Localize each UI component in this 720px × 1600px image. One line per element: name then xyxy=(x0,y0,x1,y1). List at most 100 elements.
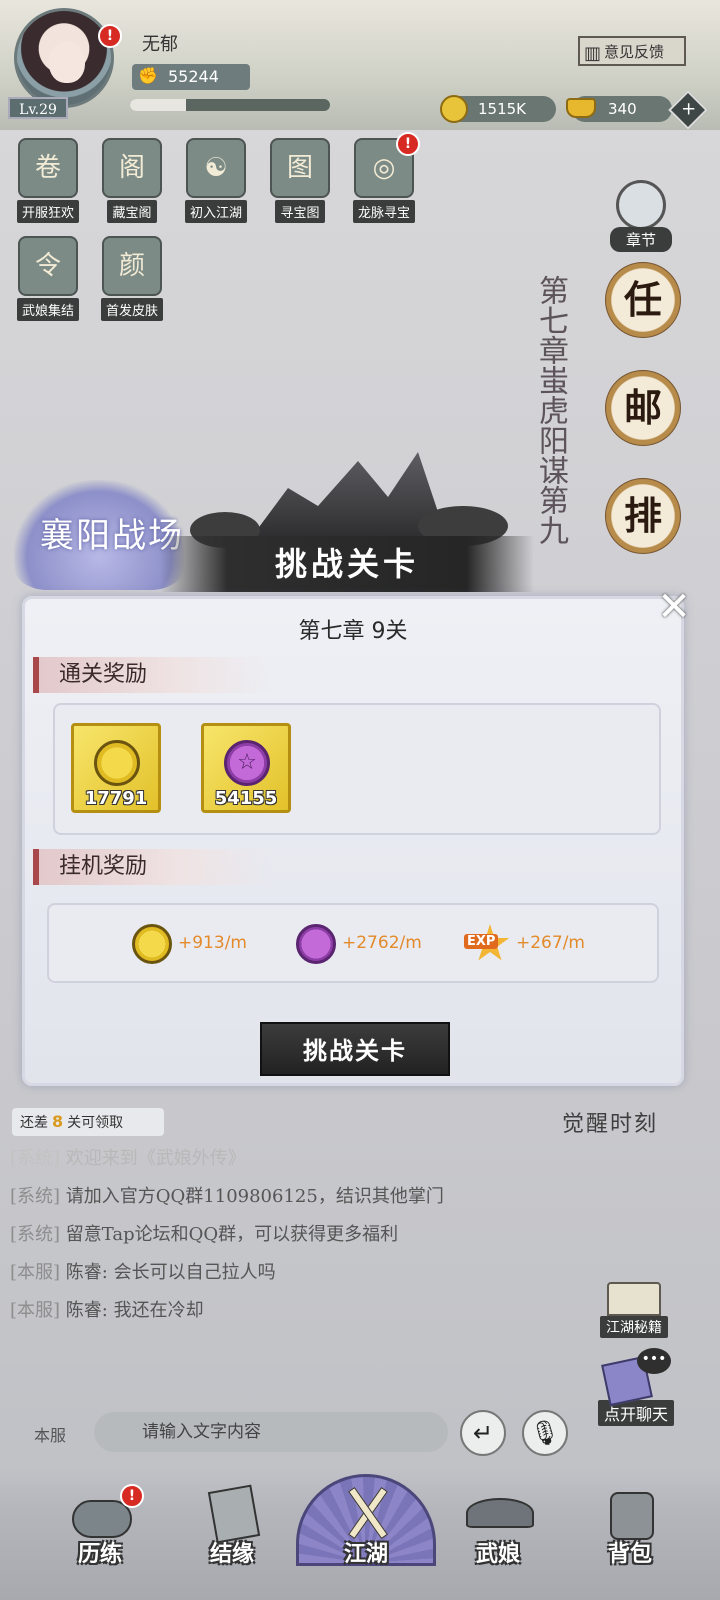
combat-power-value: 55244 xyxy=(168,67,219,86)
reward-progress[interactable]: 还差 8 关可领取 xyxy=(12,1108,164,1136)
chat-text: 请加入官方QQ群1109806125，结识其他掌门 xyxy=(65,1186,444,1207)
close-icon: ✕ xyxy=(657,584,691,630)
chat-message: [本服] 陈睿: 会长可以自己拉人吗 xyxy=(10,1258,276,1284)
taiji-icon: ☯ xyxy=(186,138,246,198)
nav-label: 结缘 xyxy=(209,1541,254,1567)
token-icon: 令 xyxy=(18,236,78,296)
secrets-label: 江湖秘籍 xyxy=(600,1316,668,1338)
nav-label: 江湖 xyxy=(343,1541,388,1567)
landscape-icon xyxy=(616,180,666,230)
send-button[interactable]: ↵ xyxy=(460,1410,506,1456)
plus-icon: + xyxy=(681,98,697,120)
power-icon: ✊ xyxy=(138,66,158,85)
challenge-stage-button[interactable]: 挑战关卡 xyxy=(260,1022,450,1076)
alert-badge: ! xyxy=(120,1484,144,1508)
chat-text: 欢迎来到《武娘外传》 xyxy=(65,1148,246,1169)
coin-icon xyxy=(132,924,172,964)
feature-glyph: ◎ xyxy=(372,153,396,183)
crossed-swords-icon xyxy=(334,1484,398,1540)
enter-arrow-icon: ↵ xyxy=(472,1419,494,1447)
pentagram-orb-icon: ☆ xyxy=(224,740,270,786)
bond-card-icon xyxy=(200,1484,264,1544)
reward-tile-orb[interactable]: ☆ 54155 xyxy=(201,723,291,813)
chat-channel-label[interactable]: 本服 xyxy=(34,1422,66,1446)
chapter-character-2[interactable]: 邮 xyxy=(605,370,681,446)
feature-button[interactable]: 卷开服狂欢 xyxy=(10,138,86,223)
avatar-alert-badge: ! xyxy=(98,24,122,48)
nav-label: 历练 xyxy=(77,1541,122,1567)
nav-cloud-training[interactable]: 历练! xyxy=(50,1484,150,1568)
gold-ingot-icon xyxy=(566,98,596,118)
player-avatar[interactable] xyxy=(14,8,114,108)
feature-label: 武娘集结 xyxy=(16,298,79,321)
player-level: Lv.29 xyxy=(8,97,68,119)
chapter-character-1[interactable]: 任 xyxy=(605,262,681,338)
chat-message: [系统] 欢迎来到《武娘外传》 xyxy=(10,1144,246,1170)
close-button[interactable]: ✕ xyxy=(653,587,695,629)
chat-bubble-icon: ••• xyxy=(637,1348,671,1374)
coin-counter: 1515K xyxy=(440,95,556,123)
reward-tile-coin[interactable]: 17791 xyxy=(71,723,161,813)
clear-reward-panel: 17791 ☆ 54155 xyxy=(53,703,661,835)
feedback-label: 意见反馈 xyxy=(604,43,665,61)
book-stand-icon xyxy=(607,1282,661,1316)
feature-glyph: 卷 xyxy=(34,153,61,183)
idle-rate: +2762/m xyxy=(342,933,422,953)
feature-glyph: ☯ xyxy=(204,153,228,183)
alert-badge: ! xyxy=(396,132,420,156)
feature-button[interactable]: ◎ 龙脉寻宝! xyxy=(346,132,422,223)
chapter-button[interactable]: 章节 xyxy=(592,180,690,252)
chapter-vertical-title: 第七章蚩虎阳谋第九 xyxy=(533,275,568,545)
feature-label: 开服狂欢 xyxy=(16,200,79,223)
chat-text: 陈睿: 会长可以自己拉人吗 xyxy=(65,1262,276,1283)
feature-button[interactable]: 阁藏宝阁 xyxy=(94,138,170,223)
progress-prefix: 还差 xyxy=(20,1115,48,1131)
voice-button[interactable]: 🎙 xyxy=(522,1410,568,1456)
pavilion-icon: 阁 xyxy=(102,138,162,198)
feature-button[interactable]: ☯ 初入江湖 xyxy=(178,138,254,223)
feature-button[interactable]: 令武娘集结 xyxy=(10,236,86,321)
bag-icon xyxy=(598,1484,662,1540)
progress-count: 8 xyxy=(52,1112,64,1131)
gold-amount: 340 xyxy=(608,100,637,118)
challenge-banner: 挑战关卡 xyxy=(160,536,534,592)
feature-label: 藏宝阁 xyxy=(107,200,157,223)
scroll-icon: 卷 xyxy=(18,138,78,198)
nav-label: 背包 xyxy=(607,1541,652,1567)
pentagram-glyph: ☆ xyxy=(237,750,257,775)
coin-amount: 1515K xyxy=(478,100,527,118)
nav-label: 武娘 xyxy=(475,1541,520,1567)
open-chat-button[interactable]: ••• 点开聊天 xyxy=(588,1348,684,1426)
dialog-title: 第七章 9关 xyxy=(298,619,408,644)
nav-bag[interactable]: 背包 xyxy=(580,1484,680,1568)
feature-button[interactable]: 图寻宝图 xyxy=(262,138,338,223)
chat-input[interactable]: 请输入文字内容 xyxy=(94,1412,448,1452)
combat-power: ✊ 55244 xyxy=(132,64,250,90)
awaken-moment-text[interactable]: 觉醒时刻 xyxy=(562,1106,658,1138)
feature-label: 龙脉寻宝 xyxy=(352,200,415,223)
feature-label: 初入江湖 xyxy=(184,200,247,223)
progress-suffix: 关可领取 xyxy=(67,1115,124,1131)
feature-glyph: 令 xyxy=(34,251,61,281)
gold-counter: 340 xyxy=(566,96,672,122)
nav-crossed-swords[interactable]: 江湖 xyxy=(316,1484,416,1568)
nav-bond-card[interactable]: 结缘 xyxy=(182,1484,282,1568)
nav-straw-hat[interactable]: 武娘 xyxy=(448,1484,548,1568)
exp-bar-fill xyxy=(130,99,186,111)
chat-tag: [系统] xyxy=(10,1186,61,1207)
pentagram-orb-icon xyxy=(296,924,336,964)
exp-badge: EXP xyxy=(464,934,499,949)
feature-label: 首发皮肤 xyxy=(100,298,163,321)
feature-glyph: 图 xyxy=(286,153,313,183)
jianghu-secrets-button[interactable]: 江湖秘籍 xyxy=(594,1282,674,1338)
feedback-button[interactable]: ▥ 意见反馈 xyxy=(578,36,686,66)
chat-text: 留意Tap论坛和QQ群，可以获得更多福利 xyxy=(65,1224,399,1245)
chat-tag: [系统] xyxy=(10,1148,61,1169)
clear-reward-heading: 通关奖励 xyxy=(33,657,273,693)
exp-bar xyxy=(130,99,330,111)
chapter-label: 章节 xyxy=(609,227,672,252)
chapter-character-3[interactable]: 排 xyxy=(605,478,681,554)
player-name: 无郁 xyxy=(142,34,178,55)
feature-button[interactable]: 颜首发皮肤 xyxy=(94,236,170,321)
idle-rate: +267/m xyxy=(516,933,585,953)
